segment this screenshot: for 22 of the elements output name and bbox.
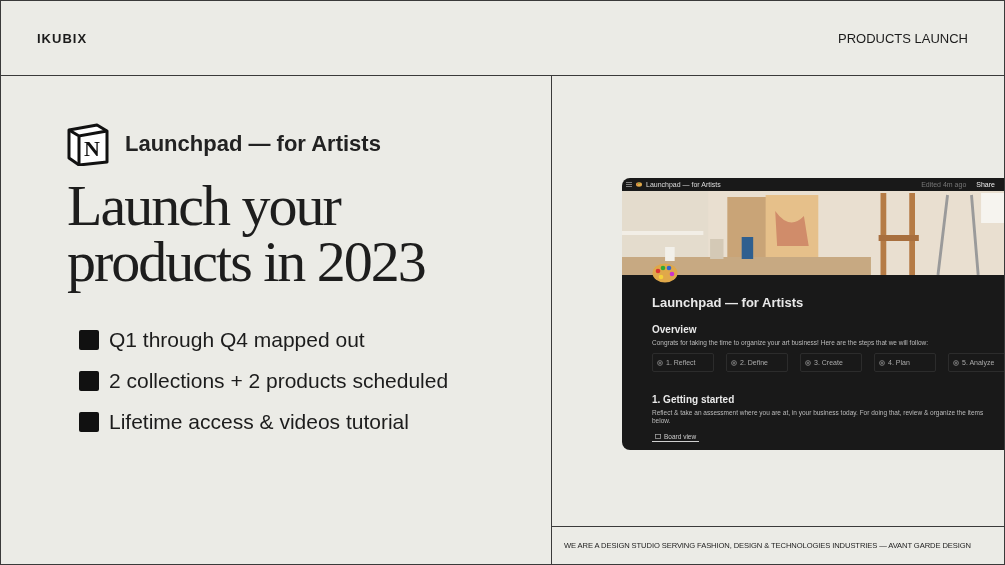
board-icon — [655, 434, 661, 439]
plus-circle-icon — [953, 359, 959, 366]
palette-icon — [652, 263, 678, 283]
bullet-square-icon — [79, 371, 99, 391]
overview-heading: Overview — [652, 324, 698, 335]
section-heading: 1. Getting started — [652, 394, 736, 405]
feature-text: Lifetime access & videos tutorial — [109, 410, 409, 434]
bullet-square-icon — [79, 330, 99, 350]
plus-circle-icon — [731, 359, 737, 366]
page-title: Launchpad — for Artists — [652, 295, 805, 310]
menu-icon — [626, 182, 632, 187]
plus-circle-icon — [657, 359, 663, 366]
bullet-square-icon — [79, 412, 99, 432]
feature-text: Q1 through Q4 mapped out — [109, 328, 365, 352]
section-label: PRODUCTS LAUNCH — [838, 30, 968, 46]
brand-logo: IKUBIX — [37, 30, 88, 46]
product-name: Launchpad — for Artists — [125, 131, 381, 157]
palette-icon — [636, 182, 642, 187]
notion-logo: N — [67, 122, 109, 166]
plus-circle-icon — [879, 359, 885, 366]
plus-circle-icon — [805, 359, 811, 366]
feature-text: 2 collections + 2 products scheduled — [109, 369, 449, 393]
